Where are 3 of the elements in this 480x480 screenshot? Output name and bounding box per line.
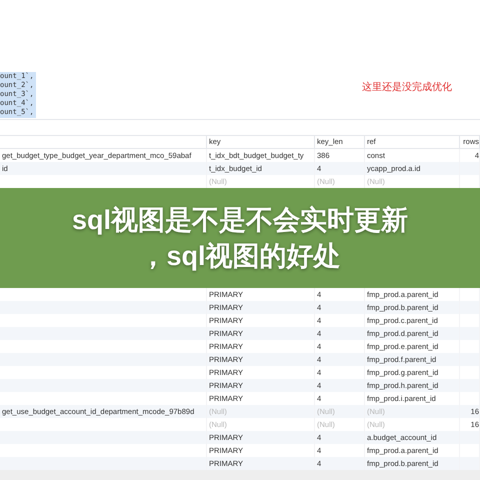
banner-title: sql视图是不是不会实时更新 <box>72 204 408 236</box>
banner-title: ，sql视图的好处 <box>139 240 340 272</box>
annotation-text: 这里还是没完成优化 <box>362 80 452 92</box>
